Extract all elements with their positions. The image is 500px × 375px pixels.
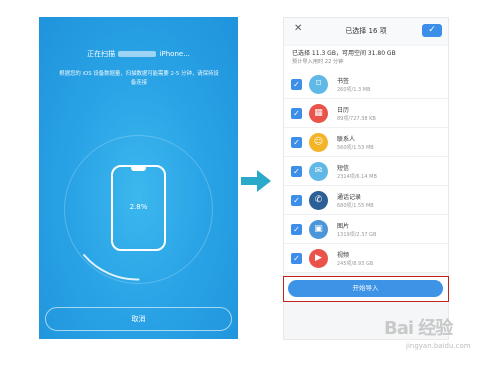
phone-notch: [131, 166, 146, 171]
item-size: 89项/727.38 KB: [337, 116, 376, 122]
item-name: 联系人: [337, 136, 356, 143]
start-import-button[interactable]: 开始导入: [288, 280, 443, 297]
redacted-device-name: [118, 51, 157, 57]
checkbox-checked-icon[interactable]: ✓: [291, 253, 302, 264]
checkbox-checked-icon[interactable]: ✓: [291, 166, 302, 177]
list-item-call-log[interactable]: ✓ ✆ 通话记录 680项/1.55 MB: [284, 186, 448, 215]
checkbox-checked-icon[interactable]: ✓: [291, 195, 302, 206]
watermark-url: jingyan.baidu.com: [406, 342, 471, 350]
item-size: 260项/1.3 MB: [337, 87, 371, 93]
list-item-contacts[interactable]: ✓ ☺ 联系人 560项/1.53 MB: [284, 128, 448, 157]
arrow-right-icon: [241, 170, 271, 192]
item-size: 245项/8.93 GB: [337, 261, 374, 267]
checkbox-checked-icon[interactable]: ✓: [291, 224, 302, 235]
messages-icon: ✉: [309, 162, 328, 181]
phone-icon: 2.8%: [111, 165, 166, 251]
video-icon: ▶: [309, 249, 328, 268]
list-item-calendar[interactable]: ✓ ▦ 日历 89项/727.38 KB: [284, 99, 448, 128]
list-item-photos[interactable]: ✓ ▣ 图片 1319项/2.37 GB: [284, 215, 448, 244]
data-type-list: ✓ ⌑ 书签 260项/1.3 MB ✓ ▦ 日历 89项/727.38 KB …: [284, 70, 448, 273]
item-name: 日历: [337, 107, 350, 114]
checkbox-checked-icon[interactable]: ✓: [291, 137, 302, 148]
cancel-button[interactable]: 取消: [45, 307, 232, 331]
scan-progress-percent: 2.8%: [129, 203, 148, 211]
item-name: 图片: [337, 223, 350, 230]
checkbox-checked-icon[interactable]: ✓: [291, 108, 302, 119]
scan-title-prefix: 正在扫描: [87, 50, 116, 58]
calendar-icon: ▦: [309, 104, 328, 123]
top-bar: ✕ 已选择 16 项 ✓: [284, 18, 448, 44]
estimated-time-text: 预计导入用时 22 分钟: [292, 59, 344, 65]
bookmark-icon: ⌑: [309, 75, 328, 94]
tutorial-canvas: 正在扫描 iPhone... 根据您的 iOS 设备数据量，扫描数据可能需要 2…: [0, 0, 500, 375]
checkbox-checked-icon[interactable]: ✓: [291, 79, 302, 90]
confirm-button[interactable]: ✓: [422, 24, 442, 37]
list-item-messages[interactable]: ✓ ✉ 短信 2314项/6.14 MB: [284, 157, 448, 186]
item-name: 短信: [337, 165, 350, 172]
item-size: 560项/1.53 MB: [337, 145, 374, 151]
list-item-video[interactable]: ✓ ▶ 视频 245项/8.93 GB: [284, 244, 448, 273]
item-size: 2314项/6.14 MB: [337, 174, 377, 180]
item-size: 680项/1.55 MB: [337, 203, 374, 209]
baidu-jingyan-watermark: Bai 经验 jingyan.baidu.com: [380, 312, 490, 362]
item-name: 书签: [337, 78, 350, 85]
scan-description: 根据您的 iOS 设备数据量，扫描数据可能需要 2-5 分钟，请保持设备连接: [59, 71, 219, 86]
scan-screen: 正在扫描 iPhone... 根据您的 iOS 设备数据量，扫描数据可能需要 2…: [39, 17, 238, 339]
item-name: 视频: [337, 252, 350, 259]
item-size: 1319项/2.37 GB: [337, 232, 377, 238]
list-item-bookmarks[interactable]: ✓ ⌑ 书签 260项/1.3 MB: [284, 70, 448, 99]
scan-title: 正在扫描 iPhone...: [39, 49, 238, 59]
selected-size-text: 已选择 11.3 GB，可用空间 31.80 GB: [292, 50, 396, 57]
call-log-icon: ✆: [309, 191, 328, 210]
scan-title-suffix: iPhone...: [159, 50, 190, 58]
watermark-brand: Bai 经验: [384, 318, 453, 339]
selection-summary: 已选择 11.3 GB，可用空间 31.80 GB 预计导入用时 22 分钟: [284, 46, 448, 70]
import-button-highlight: 开始导入: [283, 276, 449, 302]
contacts-icon: ☺: [309, 133, 328, 152]
item-name: 通话记录: [337, 194, 362, 201]
photos-icon: ▣: [309, 220, 328, 239]
